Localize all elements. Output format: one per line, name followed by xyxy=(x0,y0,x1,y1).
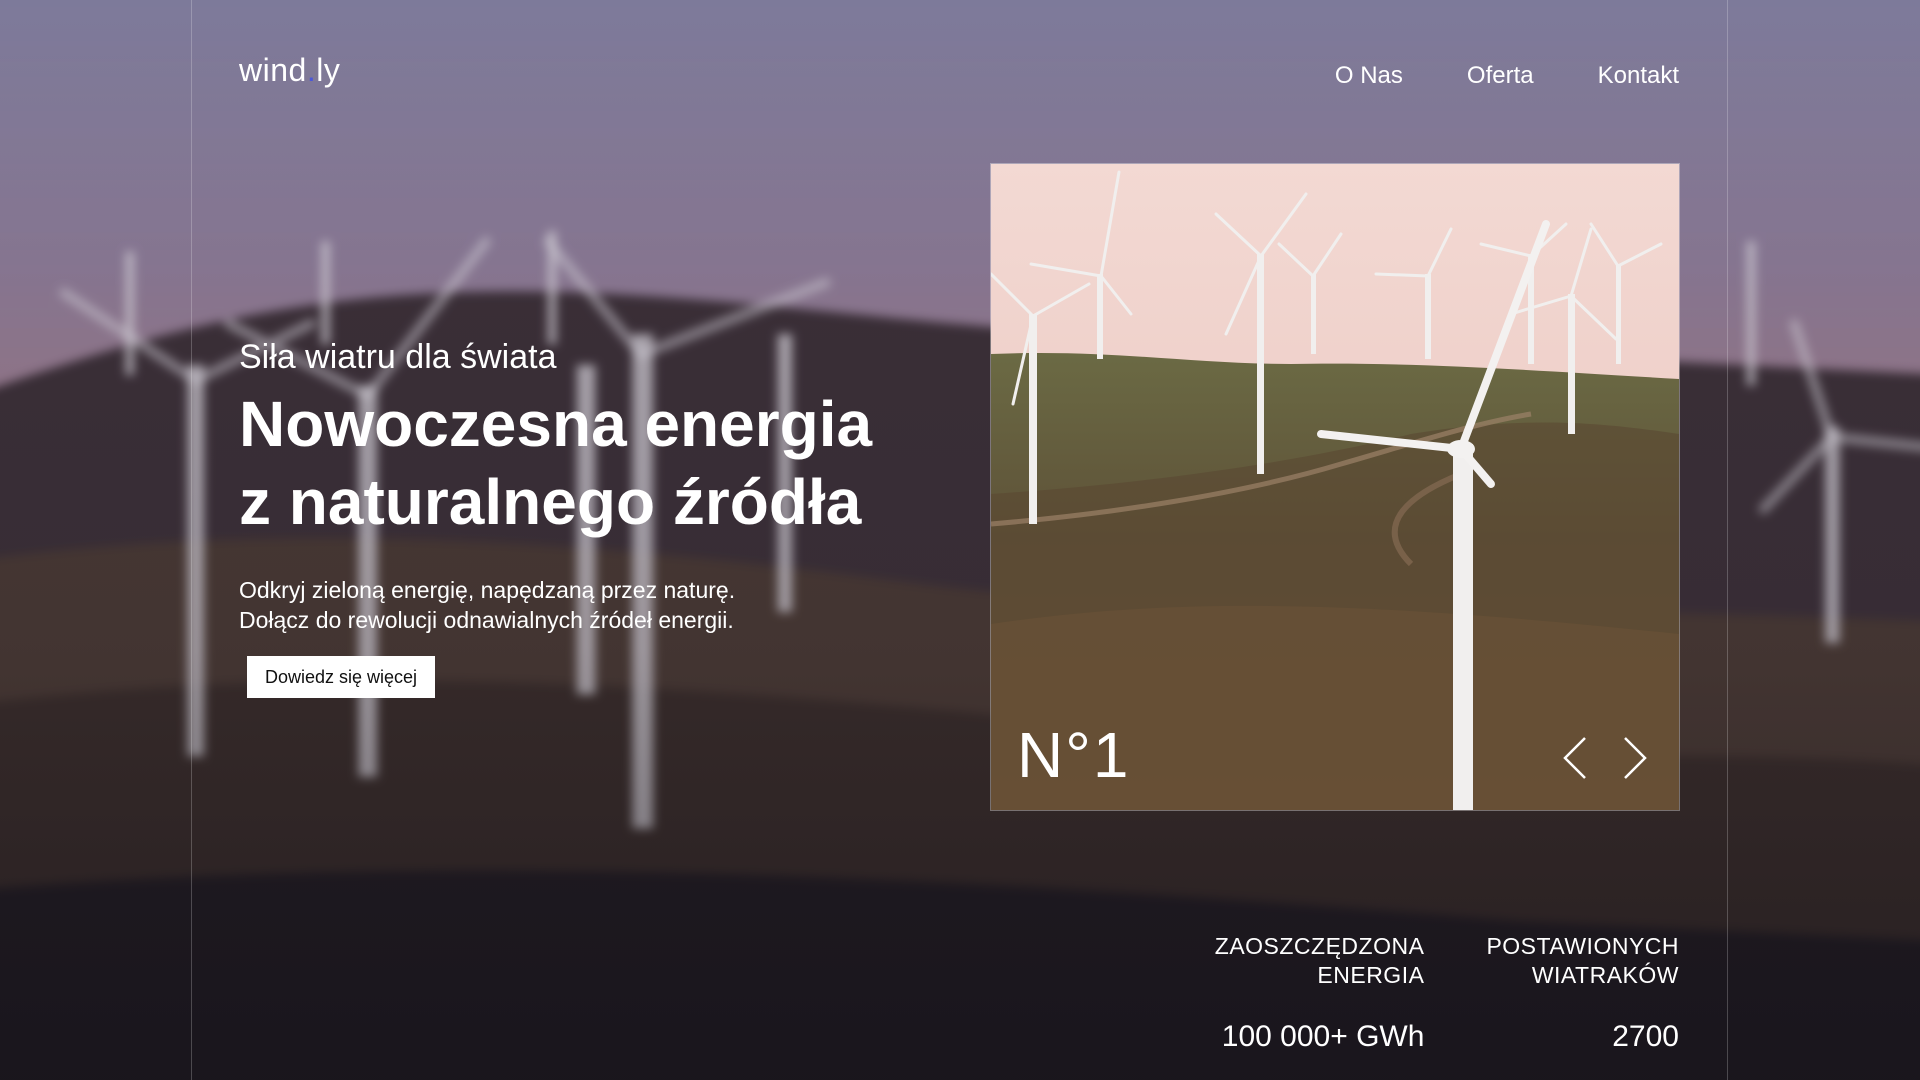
hero-subtitle: Siła wiatru dla świata xyxy=(239,338,557,376)
hero-desc-line2: Dołącz do rewolucji odnawialnych źródeł … xyxy=(239,607,734,633)
hero-title: Nowoczesna energia z naturalnego źródła xyxy=(239,385,879,541)
image-slider: N°1 xyxy=(990,163,1680,811)
stat-turbines: POSTAWIONYCH WIATRAKÓW 2700 xyxy=(1486,932,1679,1054)
stat-label-line2: ENERGIA xyxy=(1317,962,1425,988)
hero-section: Siła wiatru dla świata Nowoczesna energi… xyxy=(239,338,879,698)
chevron-right-icon[interactable] xyxy=(1617,736,1653,780)
stat-label: POSTAWIONYCH WIATRAKÓW xyxy=(1486,932,1679,990)
slide-number: N°1 xyxy=(1017,719,1131,791)
stat-label-line1: POSTAWIONYCH xyxy=(1486,933,1679,959)
nav-item-o-nas[interactable]: O Nas xyxy=(1335,62,1403,90)
stat-value: 2700 xyxy=(1612,1020,1679,1053)
hero-desc-line1: Odkryj zieloną energię, napędzaną przez … xyxy=(239,577,736,603)
stat-label-line1: ZAOSZCZĘDZONA xyxy=(1214,933,1425,959)
guide-line-left xyxy=(191,0,192,1080)
nav-item-kontakt[interactable]: Kontakt xyxy=(1598,62,1679,90)
chevron-left-icon[interactable] xyxy=(1557,736,1593,780)
stat-value: 100 000+ GWh xyxy=(1221,1020,1425,1053)
hero-title-line1: Nowoczesna energia xyxy=(239,388,873,460)
logo[interactable]: wind.ly xyxy=(239,52,340,89)
main-nav: O Nas Oferta Kontakt xyxy=(1335,62,1679,90)
nav-item-oferta[interactable]: Oferta xyxy=(1467,62,1534,90)
logo-text-a: wind xyxy=(239,52,307,88)
logo-text-b: ly xyxy=(316,52,341,88)
hero-title-line2: z naturalnego źródła xyxy=(239,466,862,538)
slide-image xyxy=(991,164,1679,810)
logo-dot: . xyxy=(306,52,317,88)
slider-arrows xyxy=(1557,736,1653,780)
stat-saved-energy: ZAOSZCZĘDZONA ENERGIA 100 000+ GWh xyxy=(1215,932,1425,1054)
learn-more-button[interactable]: Dowiedz się więcej xyxy=(247,656,436,698)
hero-description: Odkryj zieloną energię, napędzaną przez … xyxy=(239,575,879,635)
stat-label-line2: WIATRAKÓW xyxy=(1531,962,1679,988)
stat-label: ZAOSZCZĘDZONA ENERGIA xyxy=(1215,932,1425,990)
stats: ZAOSZCZĘDZONA ENERGIA 100 000+ GWh POSTA… xyxy=(1215,932,1679,1054)
guide-line-right xyxy=(1727,0,1728,1080)
